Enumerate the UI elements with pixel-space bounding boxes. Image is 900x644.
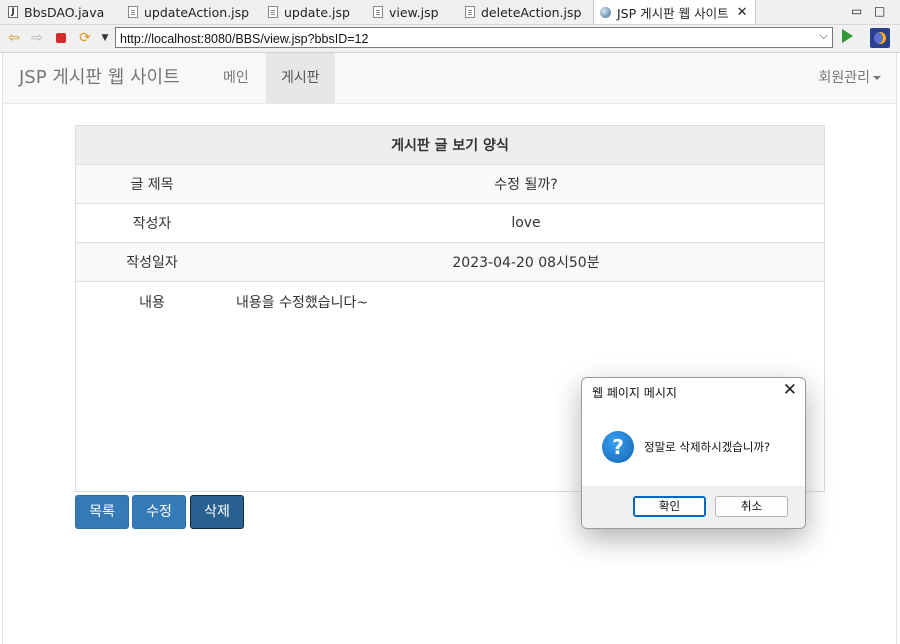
editor-tab-bar: J BbsDAO.java updateAction.jsp update.js… <box>0 0 900 25</box>
row-label: 내용 <box>75 281 228 492</box>
row-label: 작성자 <box>75 203 228 243</box>
table-row-author: 작성자 love <box>75 203 825 243</box>
row-value: love <box>228 203 825 243</box>
go-icon[interactable] <box>842 29 853 43</box>
table-row-date: 작성일자 2023-04-20 08시50분 <box>75 242 825 282</box>
navbar-brand[interactable]: JSP 게시판 웹 사이트 <box>19 53 180 103</box>
jsp-file-icon <box>268 6 278 18</box>
dialog-message: 정말로 삭제하시겠습니까? <box>644 440 771 454</box>
tab-deleteaction-jsp[interactable]: deleteAction.jsp <box>465 0 581 24</box>
stop-icon[interactable] <box>52 29 70 47</box>
url-input[interactable] <box>116 29 810 49</box>
chevron-down-icon[interactable]: ⌵ <box>820 29 828 43</box>
delete-button[interactable]: 삭제 <box>190 495 244 529</box>
nav-link-board[interactable]: 게시판 <box>266 53 335 103</box>
dialog-footer: 확인 취소 <box>582 486 805 528</box>
minimize-view-icon[interactable]: ▭ <box>851 4 862 18</box>
tab-view-jsp[interactable]: view.jsp <box>373 0 439 24</box>
tab-label: update.jsp <box>284 4 350 20</box>
row-value: 수정 될까? <box>228 164 825 204</box>
tab-label: BbsDAO.java <box>24 4 105 20</box>
ok-button[interactable]: 확인 <box>633 496 706 517</box>
member-dropdown[interactable]: 회원관리 <box>818 53 881 103</box>
row-label: 글 제목 <box>75 164 228 204</box>
close-tab-icon[interactable]: ✕ <box>737 5 748 20</box>
jsp-file-icon <box>373 6 383 18</box>
back-arrow-icon[interactable]: ⇦ <box>5 29 23 47</box>
tab-browser-active[interactable]: JSP 게시판 웹 사이트 ✕ <box>593 0 756 24</box>
tab-update-jsp[interactable]: update.jsp <box>268 0 350 24</box>
menu-dropdown-icon[interactable]: ▼ <box>96 29 114 47</box>
navbar: JSP 게시판 웹 사이트 메인 게시판 회원관리 <box>3 53 896 104</box>
table-row-title: 글 제목 수정 될까? <box>75 164 825 204</box>
tab-updateaction-jsp[interactable]: updateAction.jsp <box>128 0 249 24</box>
row-label: 작성일자 <box>75 242 228 282</box>
tab-label: updateAction.jsp <box>144 4 250 20</box>
java-file-icon: J <box>8 6 18 18</box>
web-page: JSP 게시판 웹 사이트 메인 게시판 회원관리 게시판 글 보기 양식 글 … <box>2 53 897 644</box>
url-bar[interactable]: ⌵ <box>115 27 833 49</box>
cancel-button[interactable]: 취소 <box>715 496 788 517</box>
maximize-view-icon[interactable]: □ <box>874 4 885 18</box>
globe-icon <box>600 6 611 18</box>
jsp-file-icon <box>465 6 475 18</box>
row-value: 2023-04-20 08시50분 <box>228 242 825 282</box>
forward-arrow-icon[interactable]: ⇨ <box>28 29 46 47</box>
tab-label: view.jsp <box>389 4 439 20</box>
eclipse-icon[interactable] <box>870 28 890 48</box>
question-icon: ? <box>602 431 634 463</box>
browser-toolbar: ⇦ ⇨ ⟳ ▼ ⌵ <box>0 25 900 53</box>
tab-label: JSP 게시판 웹 사이트 <box>617 5 729 21</box>
close-icon[interactable]: ✕ <box>783 380 797 400</box>
list-button[interactable]: 목록 <box>75 495 129 529</box>
refresh-icon[interactable]: ⟳ <box>76 29 94 47</box>
caret-down-icon <box>873 76 881 80</box>
confirm-dialog: 웹 페이지 메시지 ✕ ? 정말로 삭제하시겠습니까? 확인 취소 <box>581 377 806 529</box>
tab-label: deleteAction.jsp <box>481 4 582 20</box>
jsp-file-icon <box>128 6 138 18</box>
table-header: 게시판 글 보기 양식 <box>75 125 825 165</box>
member-dropdown-label: 회원관리 <box>818 70 870 86</box>
tab-bbsdao-java[interactable]: J BbsDAO.java <box>8 0 104 24</box>
edit-button[interactable]: 수정 <box>132 495 186 529</box>
dialog-title: 웹 페이지 메시지 <box>592 386 677 400</box>
nav-link-main[interactable]: 메인 <box>208 53 264 103</box>
